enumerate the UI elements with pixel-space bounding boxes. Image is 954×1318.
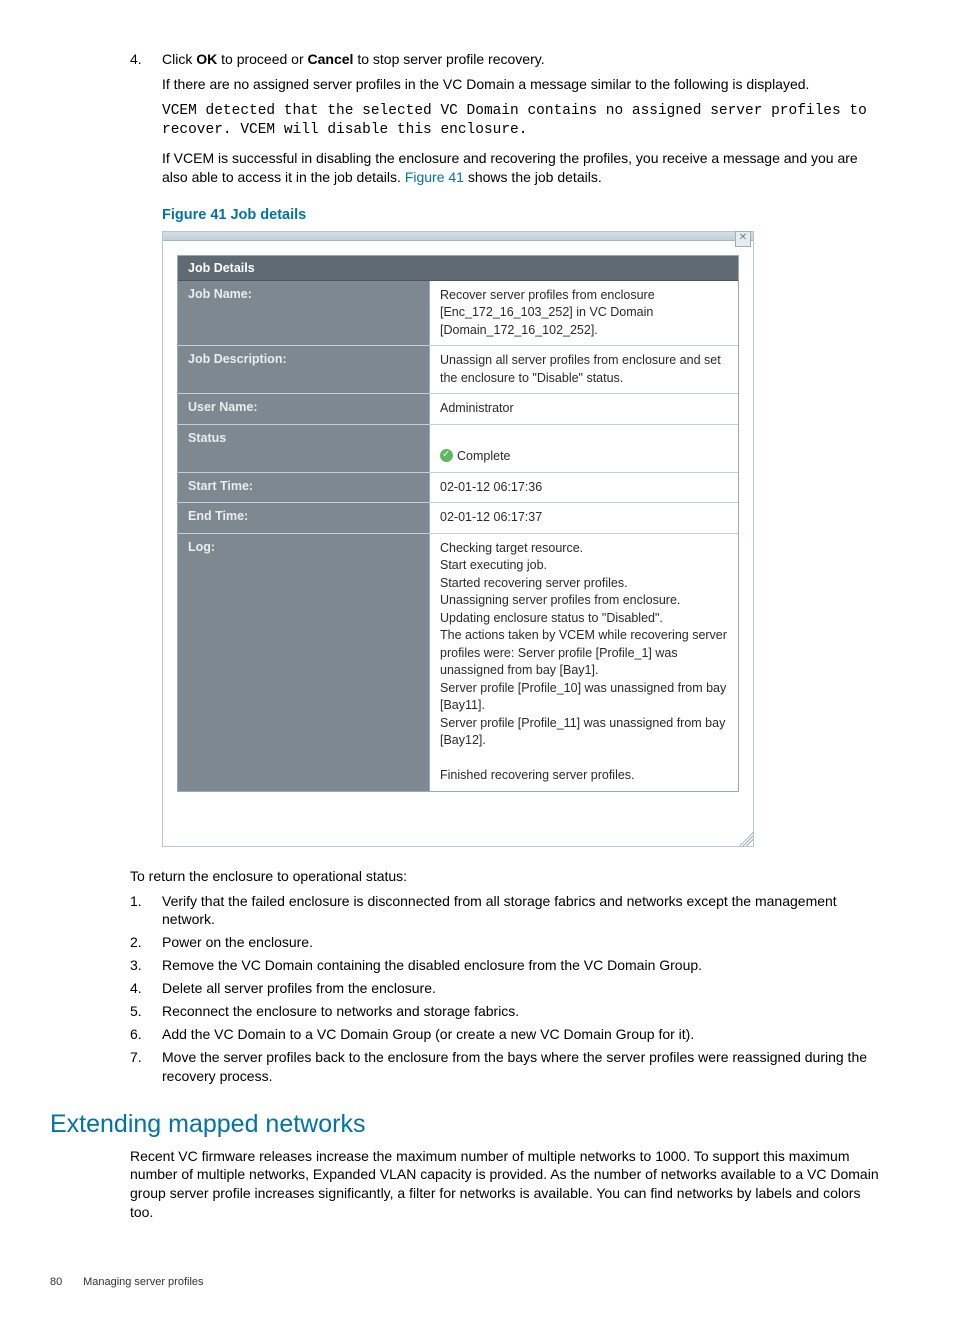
panel-titlebar: ✕ bbox=[163, 232, 753, 241]
figure-caption: Figure 41 Job details bbox=[162, 207, 884, 223]
status-text: Complete bbox=[457, 449, 511, 463]
list-item: 7.Move the server profiles back to the e… bbox=[130, 1048, 884, 1086]
label-starttime: Start Time: bbox=[178, 473, 430, 503]
list-item: 1.Verify that the failed enclosure is di… bbox=[130, 892, 884, 930]
value-username: Administrator bbox=[430, 394, 738, 424]
panel-heading: Job Details bbox=[178, 256, 738, 281]
step-number: 6. bbox=[130, 1025, 162, 1044]
row-username: User Name: Administrator bbox=[178, 394, 738, 425]
check-icon bbox=[440, 449, 453, 462]
cancel-label: Cancel bbox=[308, 51, 354, 67]
ok-label: OK bbox=[196, 51, 217, 67]
figure-link[interactable]: Figure 41 bbox=[405, 169, 464, 185]
list-item: 5.Reconnect the enclosure to networks an… bbox=[130, 1002, 884, 1021]
label-log: Log: bbox=[178, 534, 430, 791]
step-text: Add the VC Domain to a VC Domain Group (… bbox=[162, 1025, 694, 1044]
step-number: 7. bbox=[130, 1048, 162, 1086]
step4-para1: If there are no assigned server profiles… bbox=[162, 75, 884, 94]
section-paragraph: Recent VC firmware releases increase the… bbox=[130, 1147, 884, 1223]
label-status: Status bbox=[178, 425, 430, 472]
step4-text-post: to stop server profile recovery. bbox=[353, 51, 544, 67]
label-username: User Name: bbox=[178, 394, 430, 424]
close-icon[interactable]: ✕ bbox=[735, 231, 751, 247]
list-item: 4.Delete all server profiles from the en… bbox=[130, 979, 884, 998]
row-jobname: Job Name: Recover server profiles from e… bbox=[178, 281, 738, 347]
value-jobname: Recover server profiles from enclosure [… bbox=[430, 281, 738, 346]
step-number: 4. bbox=[130, 50, 162, 193]
step-4: 4. Click OK to proceed or Cancel to stop… bbox=[130, 50, 884, 193]
code-message: VCEM detected that the selected VC Domai… bbox=[162, 102, 884, 141]
step-text: Power on the enclosure. bbox=[162, 933, 313, 952]
row-jobdesc: Job Description: Unassign all server pro… bbox=[178, 346, 738, 394]
step-text: Verify that the failed enclosure is disc… bbox=[162, 892, 884, 930]
value-endtime: 02-01-12 06:17:37 bbox=[430, 503, 738, 533]
value-jobdesc: Unassign all server profiles from enclos… bbox=[430, 346, 738, 393]
step-text: Delete all server profiles from the encl… bbox=[162, 979, 436, 998]
page-footer: 80 Managing server profiles bbox=[50, 1276, 904, 1288]
step4-para2-post: shows the job details. bbox=[464, 169, 602, 185]
step-number: 1. bbox=[130, 892, 162, 930]
list-item: 3.Remove the VC Domain containing the di… bbox=[130, 956, 884, 975]
step-number: 3. bbox=[130, 956, 162, 975]
return-intro: To return the enclosure to operational s… bbox=[130, 867, 904, 886]
step-number: 4. bbox=[130, 979, 162, 998]
resize-grip-icon[interactable] bbox=[739, 832, 753, 846]
step-number: 2. bbox=[130, 933, 162, 952]
value-status: Complete bbox=[430, 425, 738, 472]
section-heading: Extending mapped networks bbox=[50, 1110, 904, 1139]
step4-text-mid: to proceed or bbox=[217, 51, 307, 67]
label-jobdesc: Job Description: bbox=[178, 346, 430, 393]
value-starttime: 02-01-12 06:17:36 bbox=[430, 473, 738, 503]
row-endtime: End Time: 02-01-12 06:17:37 bbox=[178, 503, 738, 534]
step-text: Remove the VC Domain containing the disa… bbox=[162, 956, 702, 975]
row-log: Log: Checking target resource. Start exe… bbox=[178, 534, 738, 791]
page-number: 80 bbox=[50, 1276, 80, 1288]
row-status: Status Complete bbox=[178, 425, 738, 473]
list-item: 2.Power on the enclosure. bbox=[130, 933, 884, 952]
job-details-panel: ✕ Job Details Job Name: Recover server p… bbox=[162, 231, 754, 847]
step-text: Move the server profiles back to the enc… bbox=[162, 1048, 884, 1086]
label-jobname: Job Name: bbox=[178, 281, 430, 346]
value-log: Checking target resource. Start executin… bbox=[430, 534, 738, 791]
step-text: Reconnect the enclosure to networks and … bbox=[162, 1002, 519, 1021]
step4-text-pre: Click bbox=[162, 51, 196, 67]
row-starttime: Start Time: 02-01-12 06:17:36 bbox=[178, 473, 738, 504]
step-number: 5. bbox=[130, 1002, 162, 1021]
footer-title: Managing server profiles bbox=[83, 1276, 203, 1288]
list-item: 6.Add the VC Domain to a VC Domain Group… bbox=[130, 1025, 884, 1044]
label-endtime: End Time: bbox=[178, 503, 430, 533]
return-steps: 1.Verify that the failed enclosure is di… bbox=[130, 892, 884, 1086]
step4-para2: If VCEM is successful in disabling the e… bbox=[162, 149, 884, 187]
